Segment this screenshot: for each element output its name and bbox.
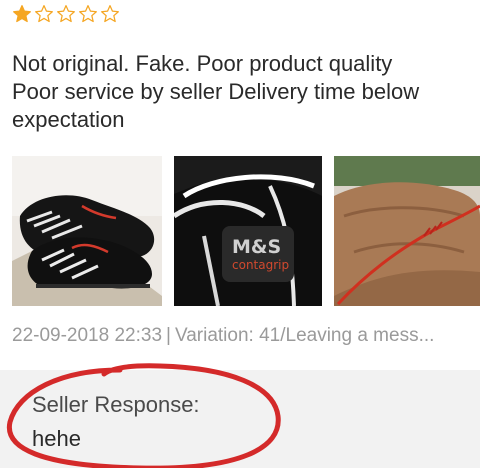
review-card: Not original. Fake. Poor product quality… — [0, 0, 480, 468]
review-text: Not original. Fake. Poor product quality… — [12, 50, 480, 134]
review-photos: M&S contagrip — [12, 156, 480, 306]
review-variation: Variation: 41/Leaving a mess... — [174, 325, 435, 346]
shoe-closeup-photo-icon — [174, 156, 322, 306]
star-rating — [12, 4, 120, 24]
review-photo-shoes[interactable] — [12, 156, 162, 306]
star-empty-icon — [35, 5, 53, 23]
review-text-line: Poor service by seller Delivery time bel… — [12, 79, 420, 104]
seller-response-text: hehe — [32, 426, 81, 451]
review-datetime: 22-09-2018 22:33 — [12, 325, 163, 346]
review-text-line: Not original. Fake. Poor product quality — [12, 51, 393, 76]
star-empty-icon — [101, 5, 119, 23]
shoe-logo-subtext: contagrip — [232, 258, 290, 272]
review-meta: 22-09-2018 22:33 | Variation: 41/Leaving a… — [12, 325, 480, 347]
review-photo-lace[interactable] — [334, 156, 480, 306]
red-lace-photo-icon — [334, 156, 480, 306]
shoe-logo-text: M&S — [232, 236, 282, 258]
seller-response-box: Seller Response: hehe — [0, 370, 480, 468]
review-text-line: expectation — [12, 107, 125, 132]
star-empty-icon — [57, 5, 75, 23]
seller-response-title: Seller Response: — [32, 392, 200, 417]
star-filled-icon — [13, 5, 31, 23]
review-photo-closeup[interactable]: M&S contagrip — [174, 156, 322, 306]
shoes-photo-icon — [12, 156, 162, 306]
star-empty-icon — [79, 5, 97, 23]
meta-separator: | — [166, 325, 171, 346]
